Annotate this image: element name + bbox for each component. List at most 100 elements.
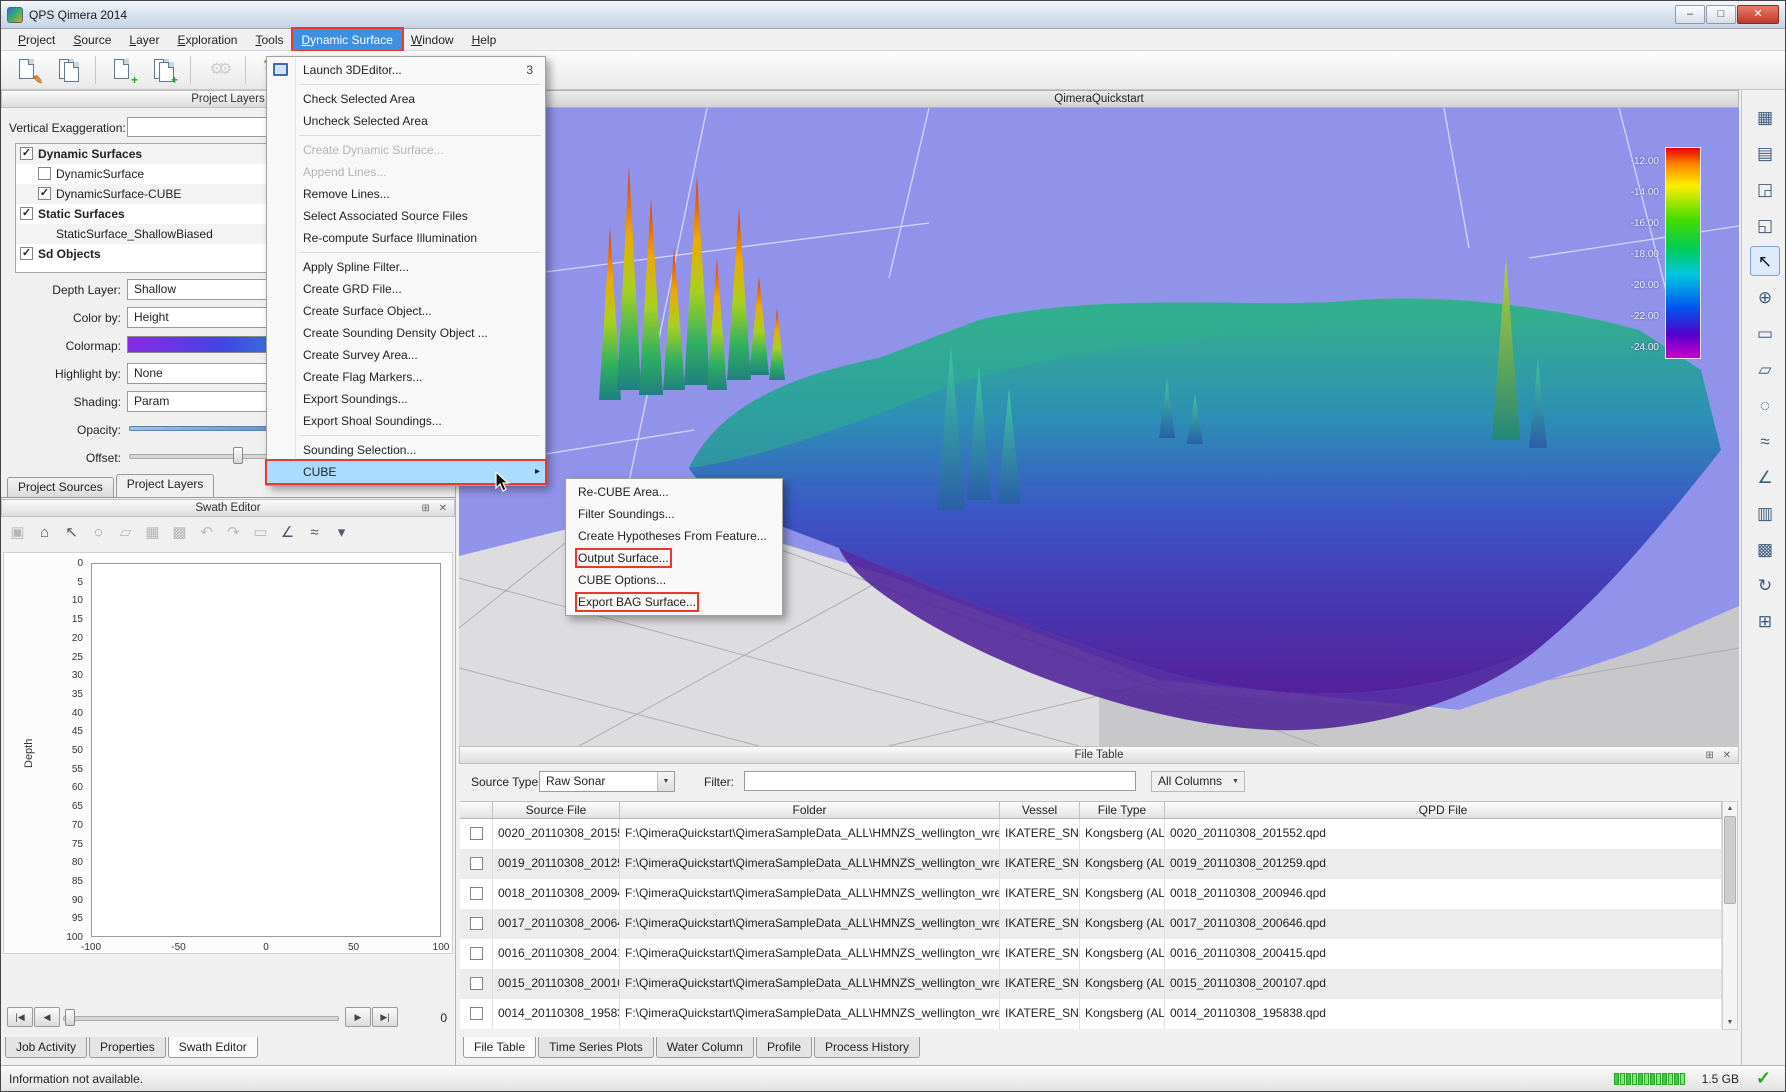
- zoom-icon[interactable]: ◌: [86, 520, 111, 545]
- tab-process-history[interactable]: Process History: [814, 1037, 920, 1058]
- submenu-item-create-hypotheses-from-feature[interactable]: Create Hypotheses From Feature...: [566, 525, 782, 547]
- save-icon[interactable]: ▣: [5, 520, 30, 545]
- menu-item-uncheck-selected-area[interactable]: Uncheck Selected Area: [267, 110, 545, 132]
- menu-item-create-sounding-density-object[interactable]: Create Sounding Density Object ...: [267, 322, 545, 344]
- next-ping-button[interactable]: ▶: [345, 1007, 371, 1027]
- pan-view-icon[interactable]: ⊞: [1750, 606, 1780, 636]
- polygon-select-icon[interactable]: ▱: [1750, 354, 1780, 384]
- tab-project-sources[interactable]: Project Sources: [7, 477, 114, 497]
- column-header-folder[interactable]: Folder: [620, 802, 1000, 818]
- swath-plot[interactable]: [91, 563, 441, 937]
- submenu-item-cube-options[interactable]: CUBE Options...: [566, 569, 782, 591]
- viewport-3d[interactable]: [459, 108, 1739, 746]
- ping-handle[interactable]: [65, 1009, 75, 1026]
- add-raw-sonar-files-icon[interactable]: +: [106, 54, 140, 86]
- column-header-qpd-file[interactable]: QPD File: [1165, 802, 1722, 818]
- point-edit-icon[interactable]: ⊕: [1750, 282, 1780, 312]
- table-row[interactable]: 0020_20110308_201552.allF:\QimeraQuickst…: [460, 819, 1722, 849]
- menubar-item-tools[interactable]: Tools: [246, 29, 292, 50]
- pointer-select-icon[interactable]: ↖: [1750, 246, 1780, 276]
- layer-checkbox[interactable]: ✓: [20, 207, 33, 220]
- column-header-file-type[interactable]: File Type: [1080, 802, 1165, 818]
- menu-item-create-flag-markers[interactable]: Create Flag Markers...: [267, 366, 545, 388]
- row-checkbox[interactable]: [470, 1007, 483, 1020]
- column-header-vessel[interactable]: Vessel: [1000, 802, 1080, 818]
- erase-icon[interactable]: ▱: [113, 520, 138, 545]
- row-checkbox[interactable]: [470, 977, 483, 990]
- zoom-extent-icon[interactable]: ◱: [1750, 210, 1780, 240]
- table-row[interactable]: 0019_20110308_201259.allF:\QimeraQuickst…: [460, 849, 1722, 879]
- undo-icon[interactable]: ↶: [194, 520, 219, 545]
- angle-filter-icon[interactable]: ∠: [275, 520, 300, 545]
- float-panel-icon[interactable]: ⊞: [421, 503, 432, 514]
- tab-time-series-plots[interactable]: Time Series Plots: [538, 1037, 654, 1058]
- layer-checkbox[interactable]: ✓: [38, 187, 51, 200]
- column-header-checkbox[interactable]: [460, 802, 493, 818]
- menu-item-sounding-selection[interactable]: Sounding Selection...: [267, 439, 545, 461]
- menu-item-create-grd-file[interactable]: Create GRD File...: [267, 278, 545, 300]
- menubar-item-layer[interactable]: Layer: [120, 29, 168, 50]
- row-checkbox[interactable]: [470, 887, 483, 900]
- add-processed-files-icon[interactable]: +: [146, 54, 180, 86]
- table-row[interactable]: 0017_20110308_200646.allF:\QimeraQuickst…: [460, 909, 1722, 939]
- scroll-up-icon[interactable]: ▲: [1723, 802, 1737, 815]
- redo-icon[interactable]: ↷: [221, 520, 246, 545]
- scroll-down-icon[interactable]: ▼: [1723, 1016, 1737, 1029]
- maximize-button[interactable]: □: [1706, 5, 1736, 24]
- submenu-item-output-surface[interactable]: Output Surface...: [566, 547, 782, 569]
- lasso-select-icon[interactable]: ◌: [1750, 390, 1780, 420]
- row-checkbox[interactable]: [470, 827, 483, 840]
- beam-display-icon[interactable]: ≈: [302, 520, 327, 545]
- colormap-tool-icon[interactable]: ▥: [1750, 498, 1780, 528]
- more-options-icon[interactable]: ▾: [329, 520, 354, 545]
- table-row[interactable]: 0015_20110308_200107.allF:\QimeraQuickst…: [460, 969, 1722, 999]
- submenu-item-export-bag-surface[interactable]: Export BAG Surface...: [566, 591, 782, 613]
- rotate-view-icon[interactable]: ↻: [1750, 570, 1780, 600]
- layer-checkbox[interactable]: ✓: [20, 247, 33, 260]
- vertical-scrollbar[interactable]: ▲ ▼: [1722, 801, 1738, 1030]
- last-ping-button[interactable]: ▶|: [372, 1007, 398, 1027]
- menu-item-export-shoal-soundings[interactable]: Export Shoal Soundings...: [267, 410, 545, 432]
- filter-input[interactable]: [744, 771, 1136, 791]
- layer-checkbox[interactable]: ✓: [20, 147, 33, 160]
- tab-water-column[interactable]: Water Column: [656, 1037, 754, 1058]
- menu-item-launch-3deditor[interactable]: Launch 3DEditor...3: [267, 59, 545, 81]
- close-panel-icon[interactable]: ✕: [1723, 750, 1734, 761]
- menubar-item-project[interactable]: Project: [9, 29, 64, 50]
- processing-settings-icon[interactable]: ⚙⚙: [201, 54, 235, 86]
- pointer-icon[interactable]: ↖: [59, 520, 84, 545]
- menubar-item-help[interactable]: Help: [463, 29, 506, 50]
- menu-item-create-survey-area[interactable]: Create Survey Area...: [267, 344, 545, 366]
- table-row[interactable]: 0016_20110308_200415.allF:\QimeraQuickst…: [460, 939, 1722, 969]
- layer-checkbox[interactable]: [38, 167, 51, 180]
- float-panel-icon[interactable]: ⊞: [1705, 750, 1716, 761]
- menu-item-apply-spline-filter[interactable]: Apply Spline Filter...: [267, 256, 545, 278]
- zoom-window-icon[interactable]: ◲: [1750, 174, 1780, 204]
- layer-display-icon[interactable]: ▤: [1750, 138, 1780, 168]
- rectangle-select-icon[interactable]: ▭: [1750, 318, 1780, 348]
- tab-swath-editor[interactable]: Swath Editor: [168, 1037, 258, 1058]
- row-checkbox[interactable]: [470, 917, 483, 930]
- scrollbar-thumb[interactable]: [1724, 816, 1736, 904]
- columns-combo[interactable]: All Columns ▼: [1151, 771, 1245, 792]
- tab-profile[interactable]: Profile: [756, 1037, 812, 1058]
- measure-tool-icon[interactable]: ∠: [1750, 462, 1780, 492]
- ping-slider[interactable]: [63, 1009, 339, 1027]
- source-type-combo[interactable]: Raw Sonar ▼: [539, 771, 675, 792]
- submenu-item-re-cube-area[interactable]: Re-CUBE Area...: [566, 481, 782, 503]
- prev-ping-button[interactable]: ◀: [34, 1007, 60, 1027]
- menu-item-remove-lines[interactable]: Remove Lines...: [267, 183, 545, 205]
- minimize-button[interactable]: –: [1675, 5, 1705, 24]
- table-row[interactable]: 0018_20110308_200946.allF:\QimeraQuickst…: [460, 879, 1722, 909]
- tab-project-layers[interactable]: Project Layers: [116, 474, 215, 497]
- close-button[interactable]: ✕: [1737, 5, 1779, 24]
- menu-item-re-compute-surface-illumination[interactable]: Re-compute Surface Illumination: [267, 227, 545, 249]
- close-panel-icon[interactable]: ✕: [439, 503, 450, 514]
- menu-item-create-surface-object[interactable]: Create Surface Object...: [267, 300, 545, 322]
- first-ping-button[interactable]: |◀: [7, 1007, 33, 1027]
- submenu-item-filter-soundings[interactable]: Filter Soundings...: [566, 503, 782, 525]
- open-project-icon[interactable]: [51, 54, 85, 86]
- menubar-item-source[interactable]: Source: [64, 29, 120, 50]
- menubar-item-exploration[interactable]: Exploration: [168, 29, 246, 50]
- reject-soundings-icon[interactable]: ▦: [140, 520, 165, 545]
